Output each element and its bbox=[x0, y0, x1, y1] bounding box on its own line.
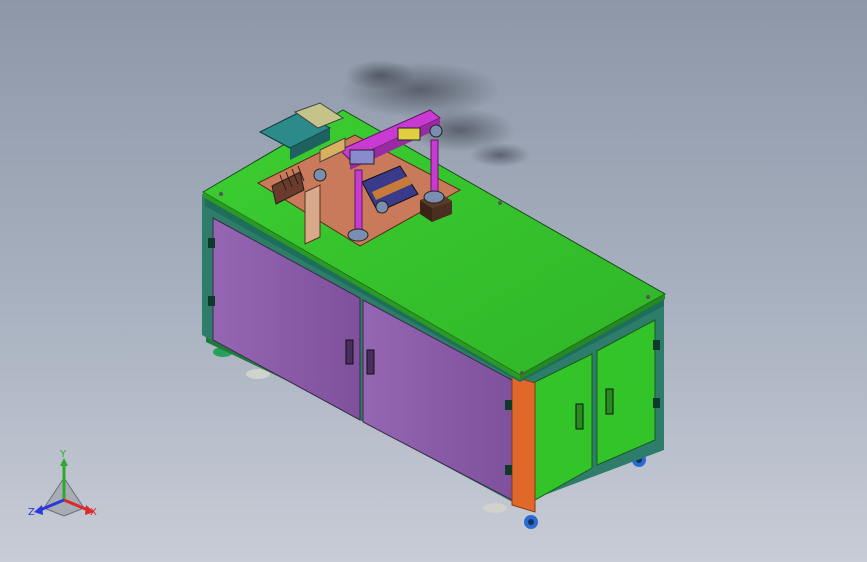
post-left bbox=[354, 169, 363, 236]
hinge bbox=[653, 398, 660, 408]
side-right-handle[interactable] bbox=[605, 388, 614, 415]
support-column bbox=[304, 184, 321, 245]
right-door-handle[interactable] bbox=[366, 349, 375, 375]
bearing bbox=[375, 200, 389, 214]
cylinder bbox=[349, 149, 375, 165]
side-left-handle[interactable] bbox=[575, 403, 584, 430]
z-axis-arrow bbox=[34, 505, 43, 515]
bearing bbox=[313, 168, 327, 182]
bolt bbox=[498, 201, 502, 205]
x-axis-label: X bbox=[90, 507, 97, 518]
y-axis-label: Y bbox=[59, 449, 67, 460]
post-base bbox=[423, 190, 445, 204]
bolt bbox=[219, 192, 223, 196]
hinge bbox=[208, 296, 215, 306]
corner-post bbox=[511, 375, 536, 513]
hinge bbox=[505, 465, 512, 475]
bolt bbox=[646, 295, 650, 299]
z-axis-label: Z bbox=[28, 507, 35, 518]
orientation-triad[interactable]: Y X Z bbox=[28, 449, 97, 518]
bearing bbox=[429, 124, 443, 138]
cylinder-cap bbox=[397, 127, 421, 141]
cad-viewport[interactable]: Y X Z bbox=[0, 0, 867, 562]
bolt bbox=[520, 371, 524, 375]
model-canvas[interactable]: Y X Z bbox=[0, 0, 867, 562]
hinge bbox=[208, 238, 215, 248]
hinge bbox=[653, 340, 660, 350]
left-door-handle[interactable] bbox=[345, 339, 354, 365]
post-base bbox=[347, 228, 369, 242]
hinge bbox=[505, 400, 512, 410]
